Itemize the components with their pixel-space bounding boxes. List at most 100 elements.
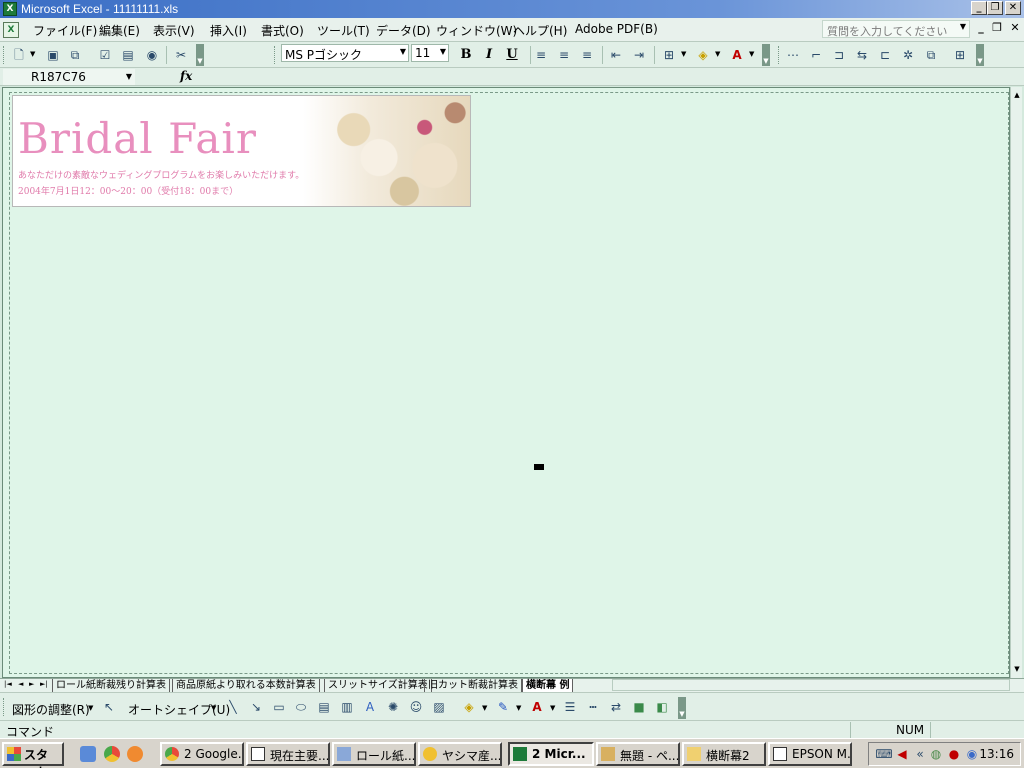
chrome-icon[interactable] [104, 746, 120, 762]
taskbar-item[interactable]: 無題 - ペ... [596, 742, 680, 766]
sheet-tab[interactable]: 旧カット断裁計算表 [424, 679, 522, 692]
wordart-icon[interactable]: A [361, 698, 379, 716]
arrow-icon[interactable]: ↘ [247, 698, 265, 716]
chevron-down-icon[interactable]: ▼ [211, 704, 216, 712]
font-color-icon[interactable]: A [728, 46, 746, 64]
fill-color-icon[interactable]: ◈ [460, 698, 478, 716]
toolbar-grip[interactable] [274, 46, 277, 64]
copy-icon[interactable]: ⧉ [66, 46, 84, 64]
font-color-icon[interactable]: A [528, 698, 546, 716]
volume-icon[interactable]: ◀ [893, 745, 911, 763]
app-tray-icon[interactable]: ◉ [963, 745, 981, 763]
chevron-down-icon[interactable]: ▼ [88, 704, 93, 712]
insert-function-button[interactable]: fx [180, 69, 192, 83]
sheet-tab[interactable]: スリットサイズ計算表 [324, 679, 432, 692]
shape-tool-icon[interactable]: ⇆ [853, 46, 871, 64]
taskbar-item[interactable]: 現在主要... [246, 742, 330, 766]
taskbar-item[interactable]: 2 Google... [160, 742, 244, 766]
doc-minimize-button[interactable]: _ [974, 22, 988, 36]
taskbar-item[interactable]: ヤシマ産... [418, 742, 502, 766]
toolbar-options-button[interactable]: ▼ [196, 44, 204, 66]
toolbar-options-button[interactable]: ▼ [762, 44, 770, 66]
bridal-fair-banner[interactable]: Bridal Fair あなただけの素敵なウェディングプログラムをお楽しみいただ… [12, 95, 471, 207]
sheet-tab[interactable]: 商品原紙より取れる本数計算表 [172, 679, 320, 692]
textbox-icon[interactable]: ▤ [315, 698, 333, 716]
checkbox-icon[interactable]: ☑ [96, 46, 114, 64]
restore-button[interactable]: ❐ [987, 1, 1003, 15]
picture-icon[interactable]: ▨ [430, 698, 448, 716]
menu-help[interactable]: ヘルプ(H) [513, 22, 567, 39]
align-left-icon[interactable]: ≡ [532, 46, 550, 64]
menu-view[interactable]: 表示(V) [153, 22, 195, 39]
help-question-input[interactable]: 質問を入力してください ▼ [822, 20, 970, 38]
shape-tool-icon[interactable]: ⌐ [807, 46, 825, 64]
shape-tool-icon[interactable]: ⋯ [784, 46, 802, 64]
taskbar-item-active[interactable]: 2 Micr... [508, 742, 594, 766]
minimize-button[interactable]: _ [971, 1, 987, 15]
ellipse-icon[interactable]: ⬭ [292, 698, 310, 716]
workbook-icon[interactable]: X [3, 22, 19, 38]
shape-tool-icon[interactable]: ⊞ [951, 46, 969, 64]
doc-close-button[interactable]: ✕ [1008, 22, 1022, 36]
chevron-down-icon[interactable]: ▼ [400, 47, 406, 56]
shape-tool-icon[interactable]: ✲ [899, 46, 917, 64]
start-button[interactable]: スタート [2, 742, 64, 768]
chevron-down-icon[interactable]: ▼ [482, 704, 487, 712]
shape-tool-icon[interactable]: ⊐ [830, 46, 848, 64]
vertical-textbox-icon[interactable]: ▥ [338, 698, 356, 716]
menu-window[interactable]: ウィンドウ(W) [436, 22, 517, 39]
print-preview-icon[interactable]: 🗋 [10, 46, 28, 64]
last-sheet-icon[interactable]: ►| [40, 680, 48, 688]
rectangle-icon[interactable]: ▭ [270, 698, 288, 716]
decrease-indent-icon[interactable]: ⇤ [607, 46, 625, 64]
align-right-icon[interactable]: ≡ [578, 46, 596, 64]
network-icon[interactable]: ◍ [927, 745, 945, 763]
toolbar-grip[interactable] [3, 46, 6, 64]
menu-format[interactable]: 書式(O) [261, 22, 304, 39]
next-sheet-icon[interactable]: ► [29, 680, 34, 688]
menu-edit[interactable]: 編集(E) [99, 22, 140, 39]
prev-sheet-icon[interactable]: ◄ [18, 680, 23, 688]
close-button[interactable]: ✕ [1005, 1, 1021, 15]
3d-icon[interactable]: ◧ [653, 698, 671, 716]
chevron-down-icon[interactable]: ▼ [550, 704, 555, 712]
menu-data[interactable]: データ(D) [376, 22, 431, 39]
chevron-down-icon[interactable]: ▼ [30, 50, 35, 58]
align-center-icon[interactable]: ≡ [555, 46, 573, 64]
toolbar-grip[interactable] [778, 46, 781, 64]
listbox-icon[interactable]: ▤ [119, 46, 137, 64]
menu-insert[interactable]: 挿入(I) [210, 22, 247, 39]
shadow-icon[interactable]: ■ [630, 698, 648, 716]
scroll-down-icon[interactable]: ▼ [1012, 663, 1022, 675]
chevron-down-icon[interactable]: ▼ [960, 22, 966, 31]
menu-adobe-pdf[interactable]: Adobe PDF(B) [575, 22, 658, 36]
tools-icon[interactable]: ✂ [172, 46, 190, 64]
italic-button[interactable]: I [480, 46, 498, 64]
taskbar-item[interactable]: ロール紙... [332, 742, 416, 766]
doc-restore-button[interactable]: ❐ [990, 22, 1004, 36]
sheet-tab[interactable]: ロール紙断裁残り計算表 [52, 679, 170, 692]
clipart-icon[interactable]: ☺ [407, 698, 425, 716]
line-icon[interactable]: ╲ [224, 698, 242, 716]
menu-tools[interactable]: ツール(T) [317, 22, 370, 39]
draw-adjust-menu[interactable]: 図形の調整(R) [12, 701, 90, 718]
scroll-up-icon[interactable]: ▲ [1012, 89, 1022, 101]
toolbar-options-button[interactable]: ▼ [976, 44, 984, 66]
toolbar-options-button[interactable]: ▼ [678, 697, 686, 719]
chevron-down-icon[interactable]: ▼ [681, 50, 686, 58]
fill-color-icon[interactable]: ◈ [694, 46, 712, 64]
bold-button[interactable]: B [457, 46, 475, 64]
chevron-down-icon[interactable]: ▼ [440, 47, 446, 56]
show-desktop-icon[interactable] [80, 746, 96, 762]
underline-button[interactable]: U [503, 46, 521, 64]
security-icon[interactable]: ● [945, 745, 963, 763]
keyboard-icon[interactable]: ⌨ [875, 745, 893, 763]
line-color-icon[interactable]: ✎ [494, 698, 512, 716]
folder-icon[interactable]: ▣ [44, 46, 62, 64]
font-name-select[interactable]: MS Pゴシック ▼ [281, 44, 409, 62]
diagram-icon[interactable]: ✺ [384, 698, 402, 716]
toolbar-grip[interactable] [3, 698, 6, 716]
arrow-style-icon[interactable]: ⇄ [607, 698, 625, 716]
chevron-down-icon[interactable]: ▼ [126, 69, 132, 85]
shape-tool-icon[interactable]: ⧉ [922, 46, 940, 64]
